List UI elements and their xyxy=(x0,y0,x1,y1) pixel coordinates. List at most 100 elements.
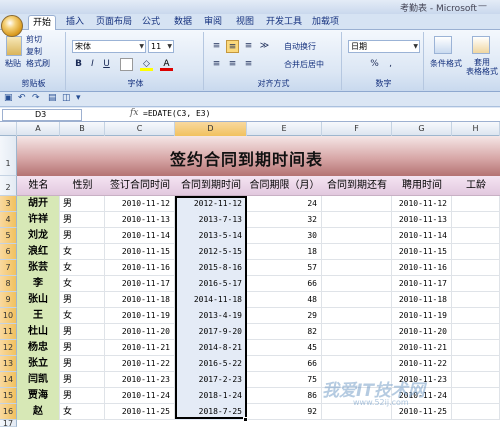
table-cell[interactable]: 75 xyxy=(247,372,322,388)
table-cell[interactable]: 2010-11-17 xyxy=(105,276,175,292)
table-cell[interactable] xyxy=(322,244,392,260)
table-cell[interactable]: 2015-8-16 xyxy=(175,260,247,276)
table-cell[interactable] xyxy=(322,292,392,308)
row-header[interactable]: 10 xyxy=(0,308,17,324)
table-cell[interactable]: 男 xyxy=(60,372,105,388)
column-header-h[interactable]: H xyxy=(452,122,500,136)
table-cell[interactable]: 48 xyxy=(247,292,322,308)
table-cell[interactable]: 胡开 xyxy=(17,196,60,212)
table-cell[interactable]: 2013-5-14 xyxy=(175,228,247,244)
table-cell[interactable]: 32 xyxy=(247,212,322,228)
header-name[interactable]: 姓名 xyxy=(17,176,60,196)
tab-data[interactable]: 数据 xyxy=(170,15,196,30)
tab-formulas[interactable]: 公式 xyxy=(138,15,164,30)
comma-button[interactable]: , xyxy=(384,58,397,71)
header-signed-date[interactable]: 签订合同时间 xyxy=(105,176,175,196)
preview-icon[interactable]: ◫ xyxy=(62,93,71,103)
table-cell[interactable]: 2010-11-20 xyxy=(392,324,452,340)
table-cell[interactable]: 2010-11-14 xyxy=(105,228,175,244)
border-icon[interactable] xyxy=(120,58,133,71)
table-cell[interactable]: 2010-11-19 xyxy=(392,308,452,324)
table-cell[interactable]: 2018-7-25 xyxy=(175,404,247,420)
tab-page-layout[interactable]: 页面布局 xyxy=(92,15,136,30)
table-cell[interactable]: 24 xyxy=(247,196,322,212)
number-format-combo[interactable]: 日期 ▼ xyxy=(348,40,420,53)
paste-button[interactable]: 粘贴 xyxy=(5,58,21,69)
table-cell[interactable] xyxy=(452,356,500,372)
table-cell[interactable]: 赵 xyxy=(17,404,60,420)
conditional-format-icon[interactable] xyxy=(434,36,452,54)
table-cell[interactable]: 杨忠 xyxy=(17,340,60,356)
table-cell[interactable]: 男 xyxy=(60,228,105,244)
table-cell[interactable]: 女 xyxy=(60,244,105,260)
redo-icon[interactable]: ↷ xyxy=(32,93,40,103)
table-cell[interactable]: 2010-11-20 xyxy=(105,324,175,340)
table-cell[interactable] xyxy=(452,340,500,356)
table-cell[interactable]: 2017-2-23 xyxy=(175,372,247,388)
tab-insert[interactable]: 插入 xyxy=(62,15,88,30)
table-cell[interactable]: 2010-11-17 xyxy=(392,276,452,292)
table-cell[interactable]: 2017-9-20 xyxy=(175,324,247,340)
table-cell[interactable]: 2010-11-15 xyxy=(105,244,175,260)
table-cell[interactable]: 2010-11-23 xyxy=(105,372,175,388)
header-hire-date[interactable]: 聘用时间 xyxy=(392,176,452,196)
row-header[interactable]: 11 xyxy=(0,324,17,340)
table-cell[interactable]: 女 xyxy=(60,404,105,420)
table-cell[interactable] xyxy=(452,388,500,404)
align-top-icon[interactable]: ≡ xyxy=(210,40,223,53)
table-cell[interactable]: 2010-11-19 xyxy=(105,308,175,324)
align-left-icon[interactable]: ≡ xyxy=(210,58,223,71)
align-right-icon[interactable]: ≡ xyxy=(242,58,255,71)
table-cell[interactable] xyxy=(322,212,392,228)
table-cell[interactable]: 2010-11-24 xyxy=(105,388,175,404)
tab-developer[interactable]: 开发工具 xyxy=(262,15,306,30)
tab-addins[interactable]: 加载项 xyxy=(308,15,343,30)
table-cell[interactable]: 2010-11-16 xyxy=(105,260,175,276)
align-middle-icon[interactable]: ≡ xyxy=(226,40,239,53)
table-cell[interactable] xyxy=(322,276,392,292)
save-icon[interactable]: ▣ xyxy=(4,93,13,103)
row-header[interactable]: 9 xyxy=(0,292,17,308)
worksheet[interactable]: 签约合同到期时间表 姓名 性别 签订合同时间 合同到期时间 合同期限（月） 合同… xyxy=(17,136,500,427)
table-cell[interactable] xyxy=(452,372,500,388)
row-header[interactable]: 12 xyxy=(0,340,17,356)
table-cell[interactable]: 2014-8-21 xyxy=(175,340,247,356)
tab-review[interactable]: 审阅 xyxy=(200,15,226,30)
row-header[interactable]: 16 xyxy=(0,404,17,420)
table-cell[interactable]: 2010-11-25 xyxy=(105,404,175,420)
table-cell[interactable]: 浪红 xyxy=(17,244,60,260)
tab-home[interactable]: 开始 xyxy=(28,15,57,30)
font-size-combo[interactable]: 11 ▼ xyxy=(148,40,174,53)
table-cell[interactable] xyxy=(452,276,500,292)
table-cell[interactable]: 2014-11-18 xyxy=(175,292,247,308)
table-cell[interactable] xyxy=(322,324,392,340)
column-header-g[interactable]: G xyxy=(392,122,452,136)
undo-icon[interactable]: ↶ xyxy=(18,93,26,103)
table-cell[interactable]: 2013-4-19 xyxy=(175,308,247,324)
table-cell[interactable]: 女 xyxy=(60,276,105,292)
header-seniority[interactable]: 工龄 xyxy=(452,176,500,196)
table-cell[interactable]: 2016-5-17 xyxy=(175,276,247,292)
table-cell[interactable]: 2016-5-22 xyxy=(175,356,247,372)
row-header[interactable]: 8 xyxy=(0,276,17,292)
header-remaining[interactable]: 合同到期还有 xyxy=(322,176,392,196)
header-gender[interactable]: 性别 xyxy=(60,176,105,196)
table-cell[interactable]: 57 xyxy=(247,260,322,276)
table-cell[interactable] xyxy=(452,324,500,340)
paste-icon[interactable] xyxy=(6,36,22,56)
formula-input[interactable]: =EDATE(C3, E3) xyxy=(143,109,210,118)
cut-button[interactable]: 剪切 xyxy=(26,34,42,45)
table-cell[interactable]: 2010-11-16 xyxy=(392,260,452,276)
table-cell[interactable]: 2012-5-15 xyxy=(175,244,247,260)
table-cell[interactable]: 闫凯 xyxy=(17,372,60,388)
table-cell[interactable]: 66 xyxy=(247,276,322,292)
column-header-f[interactable]: F xyxy=(322,122,392,136)
table-format-button[interactable]: 套用 表格格式 xyxy=(466,58,498,76)
fx-icon[interactable]: fx xyxy=(130,108,138,118)
table-cell[interactable]: 王 xyxy=(17,308,60,324)
conditional-format-button[interactable]: 条件格式 xyxy=(430,58,462,69)
table-cell[interactable]: 2010-11-14 xyxy=(392,228,452,244)
bold-button[interactable]: B xyxy=(72,58,85,71)
table-cell[interactable] xyxy=(322,260,392,276)
table-cell[interactable]: 2010-11-21 xyxy=(105,340,175,356)
